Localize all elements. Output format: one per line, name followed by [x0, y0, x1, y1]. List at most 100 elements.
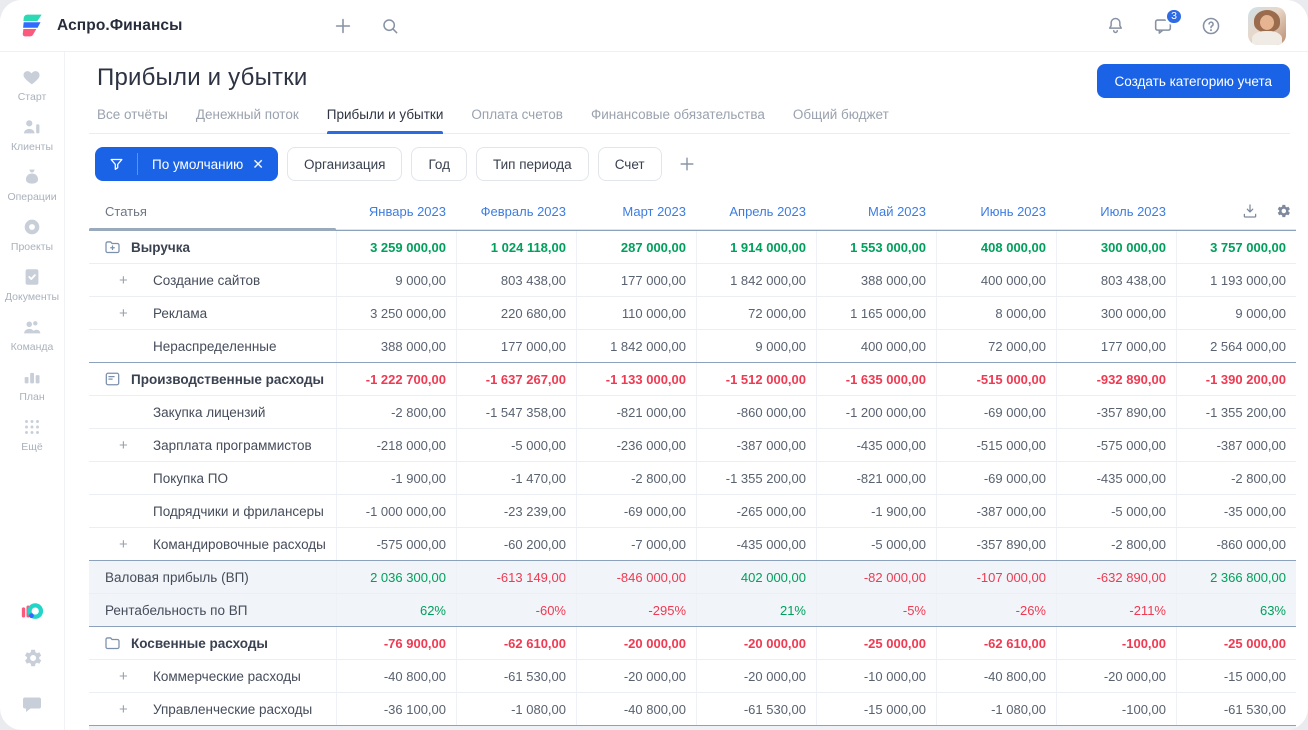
value-cell: 400 000,00: [816, 330, 936, 362]
user-avatar[interactable]: [1248, 6, 1286, 45]
folder-plus-icon[interactable]: [103, 238, 122, 257]
filter-chip-organization[interactable]: Организация: [287, 147, 403, 181]
filter-chip-year[interactable]: Год: [411, 147, 467, 181]
tab-cash-flow[interactable]: Денежный поток: [196, 107, 299, 133]
value-cell: -40 800,00: [576, 693, 696, 725]
gear-icon[interactable]: [20, 646, 44, 670]
value-cell: 2 036 300,00: [336, 561, 456, 593]
filter-chip-period-type[interactable]: Тип периода: [475, 147, 589, 181]
chat-icon[interactable]: [20, 692, 44, 716]
filter-preset-button[interactable]: По умолчанию ✕: [95, 147, 279, 181]
tab-financial-obligations[interactable]: Финансовые обязательства: [591, 107, 765, 133]
table-row: + Коммерческие расходы -40 800,00 -61 530,0…: [89, 659, 1296, 692]
column-header-month-3[interactable]: Март 2023: [576, 204, 696, 219]
filter-chip-account[interactable]: Счет: [597, 147, 662, 181]
expand-plus-icon[interactable]: +: [119, 438, 128, 453]
value-cell: -435 000,00: [1056, 462, 1176, 494]
sidebar-item-documents[interactable]: Документы: [0, 266, 64, 303]
money-bag-icon: [21, 166, 43, 188]
sidebar-item-more[interactable]: Ещё: [0, 416, 64, 453]
row-label[interactable]: Производственные расходы: [89, 363, 336, 395]
expand-plus-icon[interactable]: +: [119, 273, 128, 288]
value-cell: -821 000,00: [576, 396, 696, 428]
value-cell: -20 000,00: [696, 627, 816, 659]
row-label: Покупка ПО: [89, 462, 336, 494]
row-label: + Командировочные расходы: [89, 528, 336, 560]
sidebar-item-plan[interactable]: План: [0, 366, 64, 403]
tab-profit-loss[interactable]: Прибыли и убытки: [326, 107, 443, 134]
value-cell: -236 000,00: [576, 429, 696, 461]
bar-chart-icon: [21, 366, 43, 388]
help-icon[interactable]: [1200, 15, 1222, 37]
aspro-logo-icon[interactable]: [20, 600, 44, 624]
tab-bill-payment[interactable]: Оплата счетов: [471, 107, 563, 133]
value-cell: -61 530,00: [456, 660, 576, 692]
expand-plus-icon[interactable]: +: [119, 306, 128, 321]
value-cell: 1 842 000,00: [576, 330, 696, 362]
add-icon[interactable]: [332, 15, 354, 37]
value-cell: -35 000,00: [1176, 495, 1296, 527]
topbar: Аспро.Финансы 3: [0, 0, 1308, 52]
value-cell: 9 000,00: [696, 330, 816, 362]
add-filter-icon[interactable]: [677, 154, 697, 174]
row-label[interactable]: Рентабельность по ВП: [89, 594, 336, 626]
column-header-month-6[interactable]: Июнь 2023: [936, 204, 1056, 219]
aspro-finance-logo-icon: [20, 12, 47, 39]
value-cell: -357 890,00: [1056, 396, 1176, 428]
row-label[interactable]: Выручка: [89, 231, 336, 263]
folder-icon[interactable]: [103, 634, 122, 653]
table-row: Нераспределенные 388 000,00 177 000,00 1 84…: [89, 329, 1296, 362]
clear-filter-icon[interactable]: ✕: [252, 156, 264, 173]
value-cell: -2 800,00: [1056, 528, 1176, 560]
value-cell: 1 914 000,00: [696, 231, 816, 263]
expand-plus-icon[interactable]: +: [119, 669, 128, 684]
download-icon[interactable]: [1241, 202, 1259, 220]
value-cell: 300 000,00: [1056, 297, 1176, 329]
sidebar-item-label: Ещё: [21, 441, 43, 453]
column-header-month-4[interactable]: Апрель 2023: [696, 204, 816, 219]
value-cell: 803 438,00: [456, 264, 576, 296]
value-cell: -357 890,00: [936, 528, 1056, 560]
row-label: + Зарплата программистов: [89, 429, 336, 461]
row-label[interactable]: Валовая прибыль (ВП): [89, 561, 336, 593]
row-label[interactable]: Косвенные расходы: [89, 627, 336, 659]
sidebar-item-operations[interactable]: Операции: [0, 166, 64, 203]
value-cell: -7 000,00: [576, 528, 696, 560]
column-header-month-2[interactable]: Февраль 2023: [456, 204, 576, 219]
tab-general-budget[interactable]: Общий бюджет: [793, 107, 889, 133]
sidebar-item-projects[interactable]: Проекты: [0, 216, 64, 253]
app-window: Аспро.Финансы 3 Старт Клиенты Операции Прое…: [0, 0, 1308, 730]
profit-loss-table: Статья Январь 2023 Февраль 2023 Март 2023 А…: [89, 193, 1296, 730]
value-cell: -860 000,00: [1176, 528, 1296, 560]
value-cell: -387 000,00: [936, 495, 1056, 527]
value-cell: -69 000,00: [936, 462, 1056, 494]
notifications-bell-icon[interactable]: [1105, 15, 1126, 36]
column-header-month-7[interactable]: Июль 2023: [1056, 204, 1176, 219]
app-name: Аспро.Финансы: [57, 16, 183, 34]
messages-chat-icon[interactable]: 3: [1152, 7, 1183, 37]
table-settings-gear-icon[interactable]: [1274, 202, 1292, 220]
value-cell: 9 000,00: [1176, 297, 1296, 329]
column-header-month-1[interactable]: Январь 2023: [336, 204, 456, 219]
row-label-text: Командировочные расходы: [153, 536, 326, 552]
main-content: Прибыли и убытки Создать категорию учета…: [65, 52, 1308, 730]
value-cell: -1 000 000,00: [336, 495, 456, 527]
table-row: + Создание сайтов 9 000,00 803 438,00 177 00…: [89, 263, 1296, 296]
sidebar-item-team[interactable]: Команда: [0, 316, 64, 353]
create-category-button[interactable]: Создать категорию учета: [1096, 64, 1290, 98]
sidebar-item-start[interactable]: Старт: [0, 66, 64, 103]
value-cell: 1 165 000,00: [816, 297, 936, 329]
tab-all-reports[interactable]: Все отчёты: [97, 107, 168, 133]
sidebar-item-label: Операции: [7, 191, 57, 203]
expand-plus-icon[interactable]: +: [119, 702, 128, 717]
expand-plus-icon[interactable]: +: [119, 537, 128, 552]
table-bottom-partial-row: [89, 725, 1296, 730]
row-label: + Реклама: [89, 297, 336, 329]
note-icon[interactable]: [103, 370, 122, 389]
column-header-month-5[interactable]: Май 2023: [816, 204, 936, 219]
search-icon[interactable]: [380, 16, 400, 36]
sidebar-item-clients[interactable]: Клиенты: [0, 116, 64, 153]
value-cell: -15 000,00: [816, 693, 936, 725]
value-cell: -5%: [816, 594, 936, 626]
value-cell: -295%: [576, 594, 696, 626]
